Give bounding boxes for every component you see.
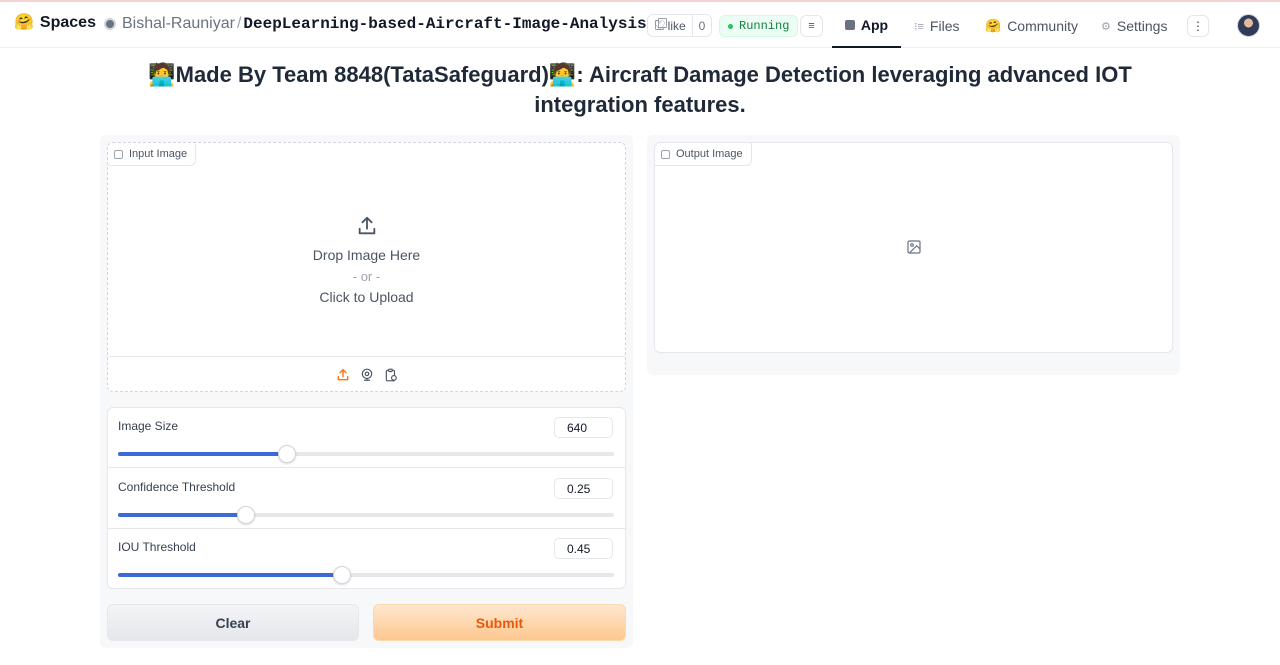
slider-label: Image Size (118, 419, 179, 433)
slider-label: Confidence Threshold (118, 480, 236, 494)
tab-files-label: Files (929, 18, 960, 34)
image-source-selector (108, 356, 625, 392)
status-label: Running (739, 19, 790, 33)
more-options-button[interactable]: ⋮ (1187, 15, 1209, 37)
logs-button[interactable]: ≡ (800, 15, 823, 37)
input-image-box: Input Image Drop Image Here - or - Click… (107, 142, 626, 392)
like-label: like (667, 18, 686, 33)
slider-fill (118, 573, 342, 577)
tab-app[interactable]: App (832, 4, 901, 48)
clear-button[interactable]: Clear (107, 604, 359, 641)
status-dot-icon (728, 23, 733, 29)
spaces-home-link[interactable]: 🤗 Spaces (14, 14, 96, 32)
tab-settings-label: Settings (1116, 18, 1168, 34)
owner-avatar (104, 18, 116, 30)
tab-app-label: App (860, 17, 889, 33)
image-size-slider[interactable] (118, 445, 614, 463)
upload-icon (337, 368, 348, 380)
logs-icon: ≡ (808, 20, 815, 32)
top-navigation-bar: 🤗 Spaces Bishal-Rauniyar / DeepLearning-… (0, 2, 1280, 48)
like-count: 0 (691, 15, 712, 36)
repo-breadcrumb: Bishal-Rauniyar / DeepLearning-based-Air… (104, 15, 667, 33)
clipboard-source-button[interactable] (384, 368, 398, 382)
cube-icon (844, 20, 855, 30)
breadcrumb-separator: / (236, 15, 242, 32)
user-avatar[interactable] (1237, 14, 1260, 37)
upload-icon (358, 216, 375, 234)
slider-thumb[interactable] (236, 506, 255, 524)
image-drop-zone[interactable]: Drop Image Here - or - Click to Upload (108, 166, 625, 356)
drop-image-text: Drop Image Here (312, 246, 421, 263)
tab-files[interactable]: ⁝≡ Files (914, 4, 959, 48)
image-placeholder-icon (907, 240, 921, 254)
tab-settings[interactable]: ⚙ Settings (1101, 4, 1167, 48)
confidence-threshold-slider[interactable] (118, 506, 614, 524)
image-icon (661, 149, 670, 159)
click-to-upload-text: Click to Upload (319, 288, 414, 305)
files-icon: ⁝≡ (914, 20, 924, 33)
slider-fill (118, 513, 246, 517)
or-separator-text: - or - (352, 268, 381, 284)
input-image-label-tag: Input Image (108, 143, 197, 166)
confidence-threshold-slider-row: Confidence Threshold 0.25 (108, 469, 625, 529)
webcam-icon (361, 368, 372, 381)
slider-fill (118, 452, 287, 456)
slider-thumb[interactable] (332, 566, 351, 584)
running-status-badge[interactable]: Running (719, 15, 799, 37)
slider-label: IOU Threshold (118, 540, 196, 554)
brand-label: Spaces (39, 14, 96, 31)
more-icon: ⋮ (1192, 19, 1204, 33)
confidence-threshold-number-input[interactable]: 0.25 (554, 478, 613, 499)
parameter-sliders-panel: Image Size 640 Confidence Threshold 0.25… (107, 407, 626, 589)
iou-threshold-slider-row: IOU Threshold 0.45 (108, 529, 625, 589)
slider-thumb[interactable] (277, 445, 296, 463)
iou-threshold-slider[interactable] (118, 566, 614, 584)
output-image-box: Output Image (654, 142, 1173, 353)
image-size-slider-row: Image Size 640 (108, 408, 625, 468)
webcam-source-button[interactable] (360, 368, 374, 382)
tab-community[interactable]: 🤗 Community (985, 4, 1078, 48)
submit-button[interactable]: Submit (373, 604, 626, 641)
gear-icon: ⚙ (1101, 20, 1111, 33)
upload-source-button[interactable] (336, 368, 350, 382)
like-button[interactable]: ♡ like 0 (647, 14, 713, 37)
heart-icon: ♡ (654, 17, 666, 33)
hugging-face-logo-icon: 🤗 (14, 14, 34, 31)
image-size-number-input[interactable]: 640 (554, 417, 613, 438)
hugging-face-icon: 🤗 (985, 18, 1002, 33)
repo-name-link[interactable]: DeepLearning-based-Aircraft-Image-Analys… (243, 15, 646, 33)
output-image-label: Output Image (676, 148, 743, 160)
output-image-label-tag: Output Image (655, 143, 752, 166)
input-image-label: Input Image (129, 148, 188, 160)
owner-link[interactable]: Bishal-Rauniyar (122, 15, 235, 33)
page-title: 🧑‍💻Made By Team 8848(TataSafeguard)🧑‍💻: … (148, 62, 1132, 117)
clipboard-icon (385, 368, 397, 381)
tab-community-label: Community (1007, 18, 1078, 34)
iou-threshold-number-input[interactable]: 0.45 (554, 538, 613, 559)
image-icon (114, 149, 123, 159)
